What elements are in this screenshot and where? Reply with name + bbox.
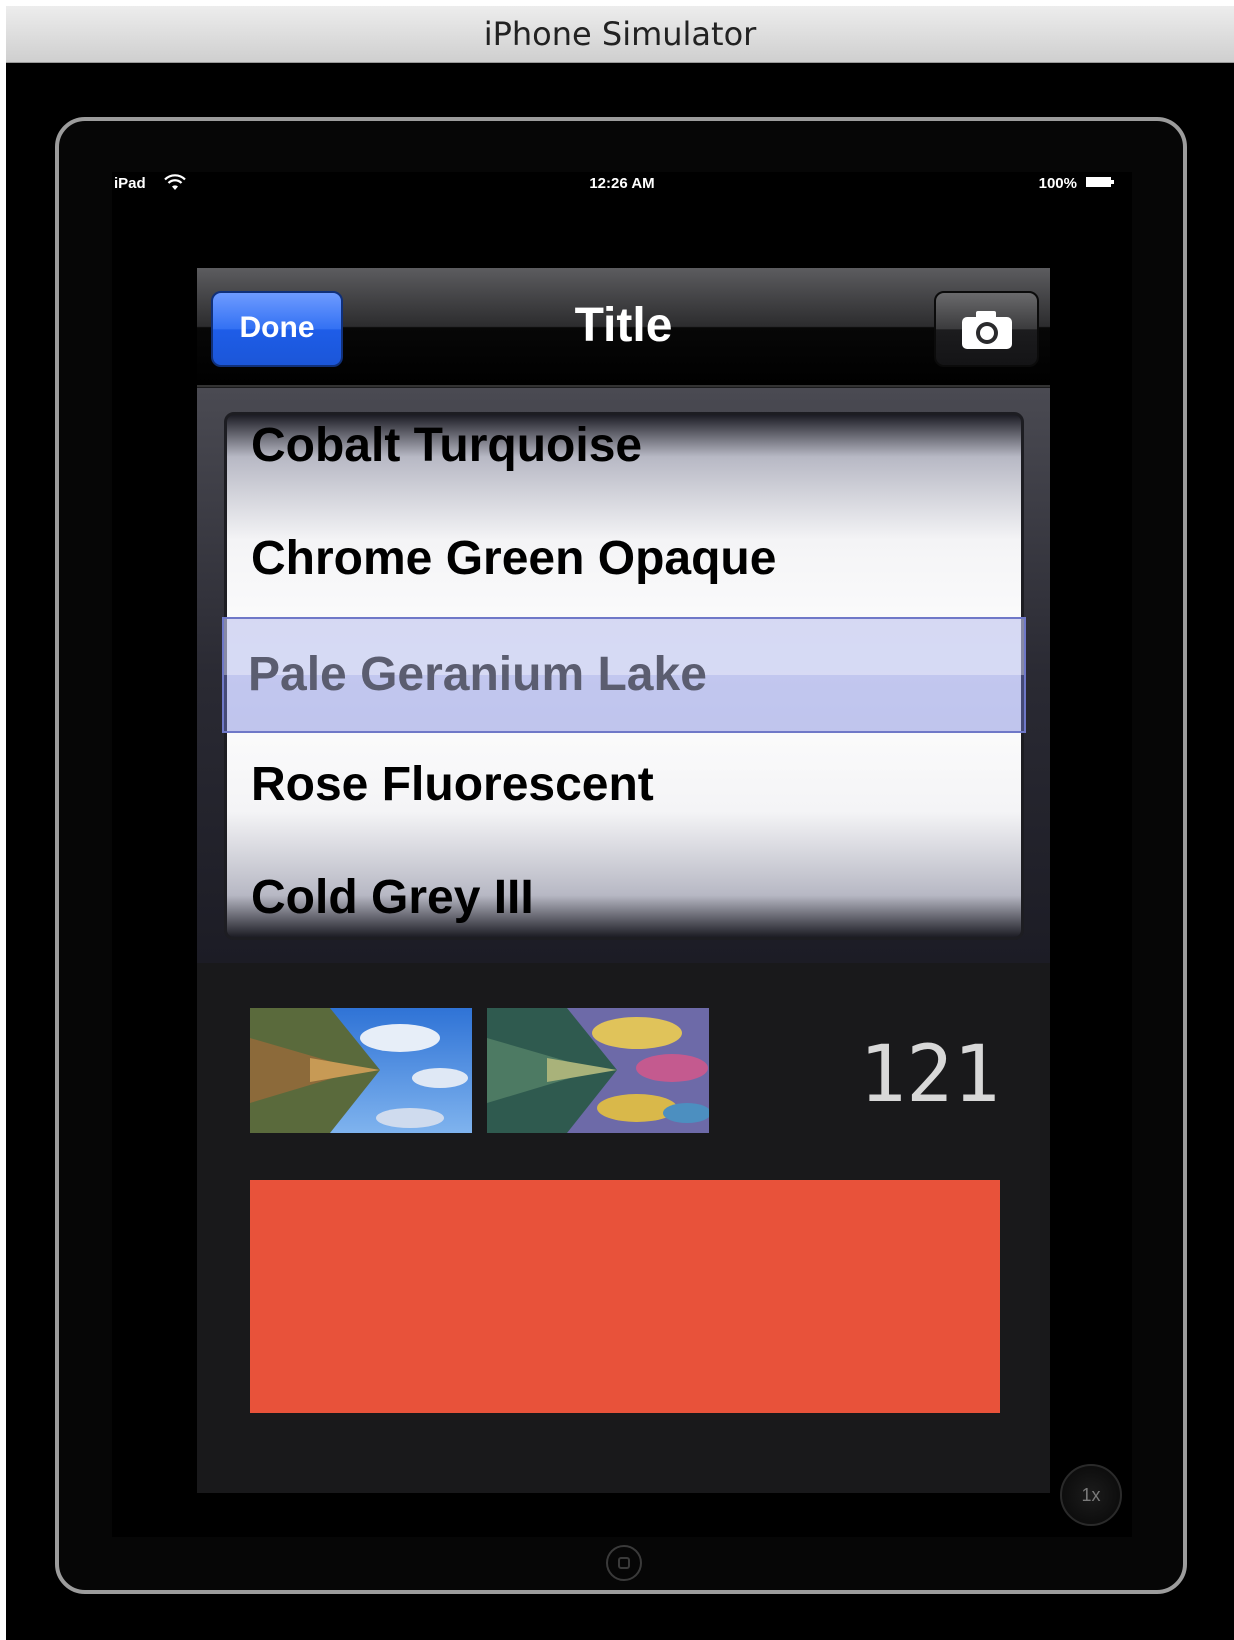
nav-title: Title [574, 299, 673, 352]
status-battery-percent: 100% [1038, 175, 1077, 192]
window-title: iPhone Simulator [6, 6, 1234, 63]
picker-row[interactable]: Chrome Green Opaque [251, 500, 776, 617]
camera-icon [962, 311, 1012, 349]
counter-value: 121 [859, 1030, 1000, 1120]
home-button[interactable] [606, 1545, 642, 1581]
status-time: 12:26 AM [589, 175, 655, 192]
original-image-thumbnail [250, 1008, 472, 1133]
picker-row[interactable]: Cobalt Turquoise [251, 415, 642, 504]
picker-row[interactable]: Cold Grey III [251, 839, 534, 937]
zoom-button[interactable]: 1x [1060, 1464, 1122, 1526]
color-swatch [250, 1180, 1000, 1413]
camera-button[interactable] [934, 291, 1039, 367]
battery-icon [1086, 177, 1114, 187]
status-bar: iPad 12:26 AM 100% [112, 172, 1132, 198]
picker-row[interactable]: Rose Fluorescent [251, 726, 654, 843]
filtered-image-thumbnail [487, 1008, 709, 1133]
picker-selected-row[interactable]: Pale Geranium Lake [248, 617, 707, 733]
